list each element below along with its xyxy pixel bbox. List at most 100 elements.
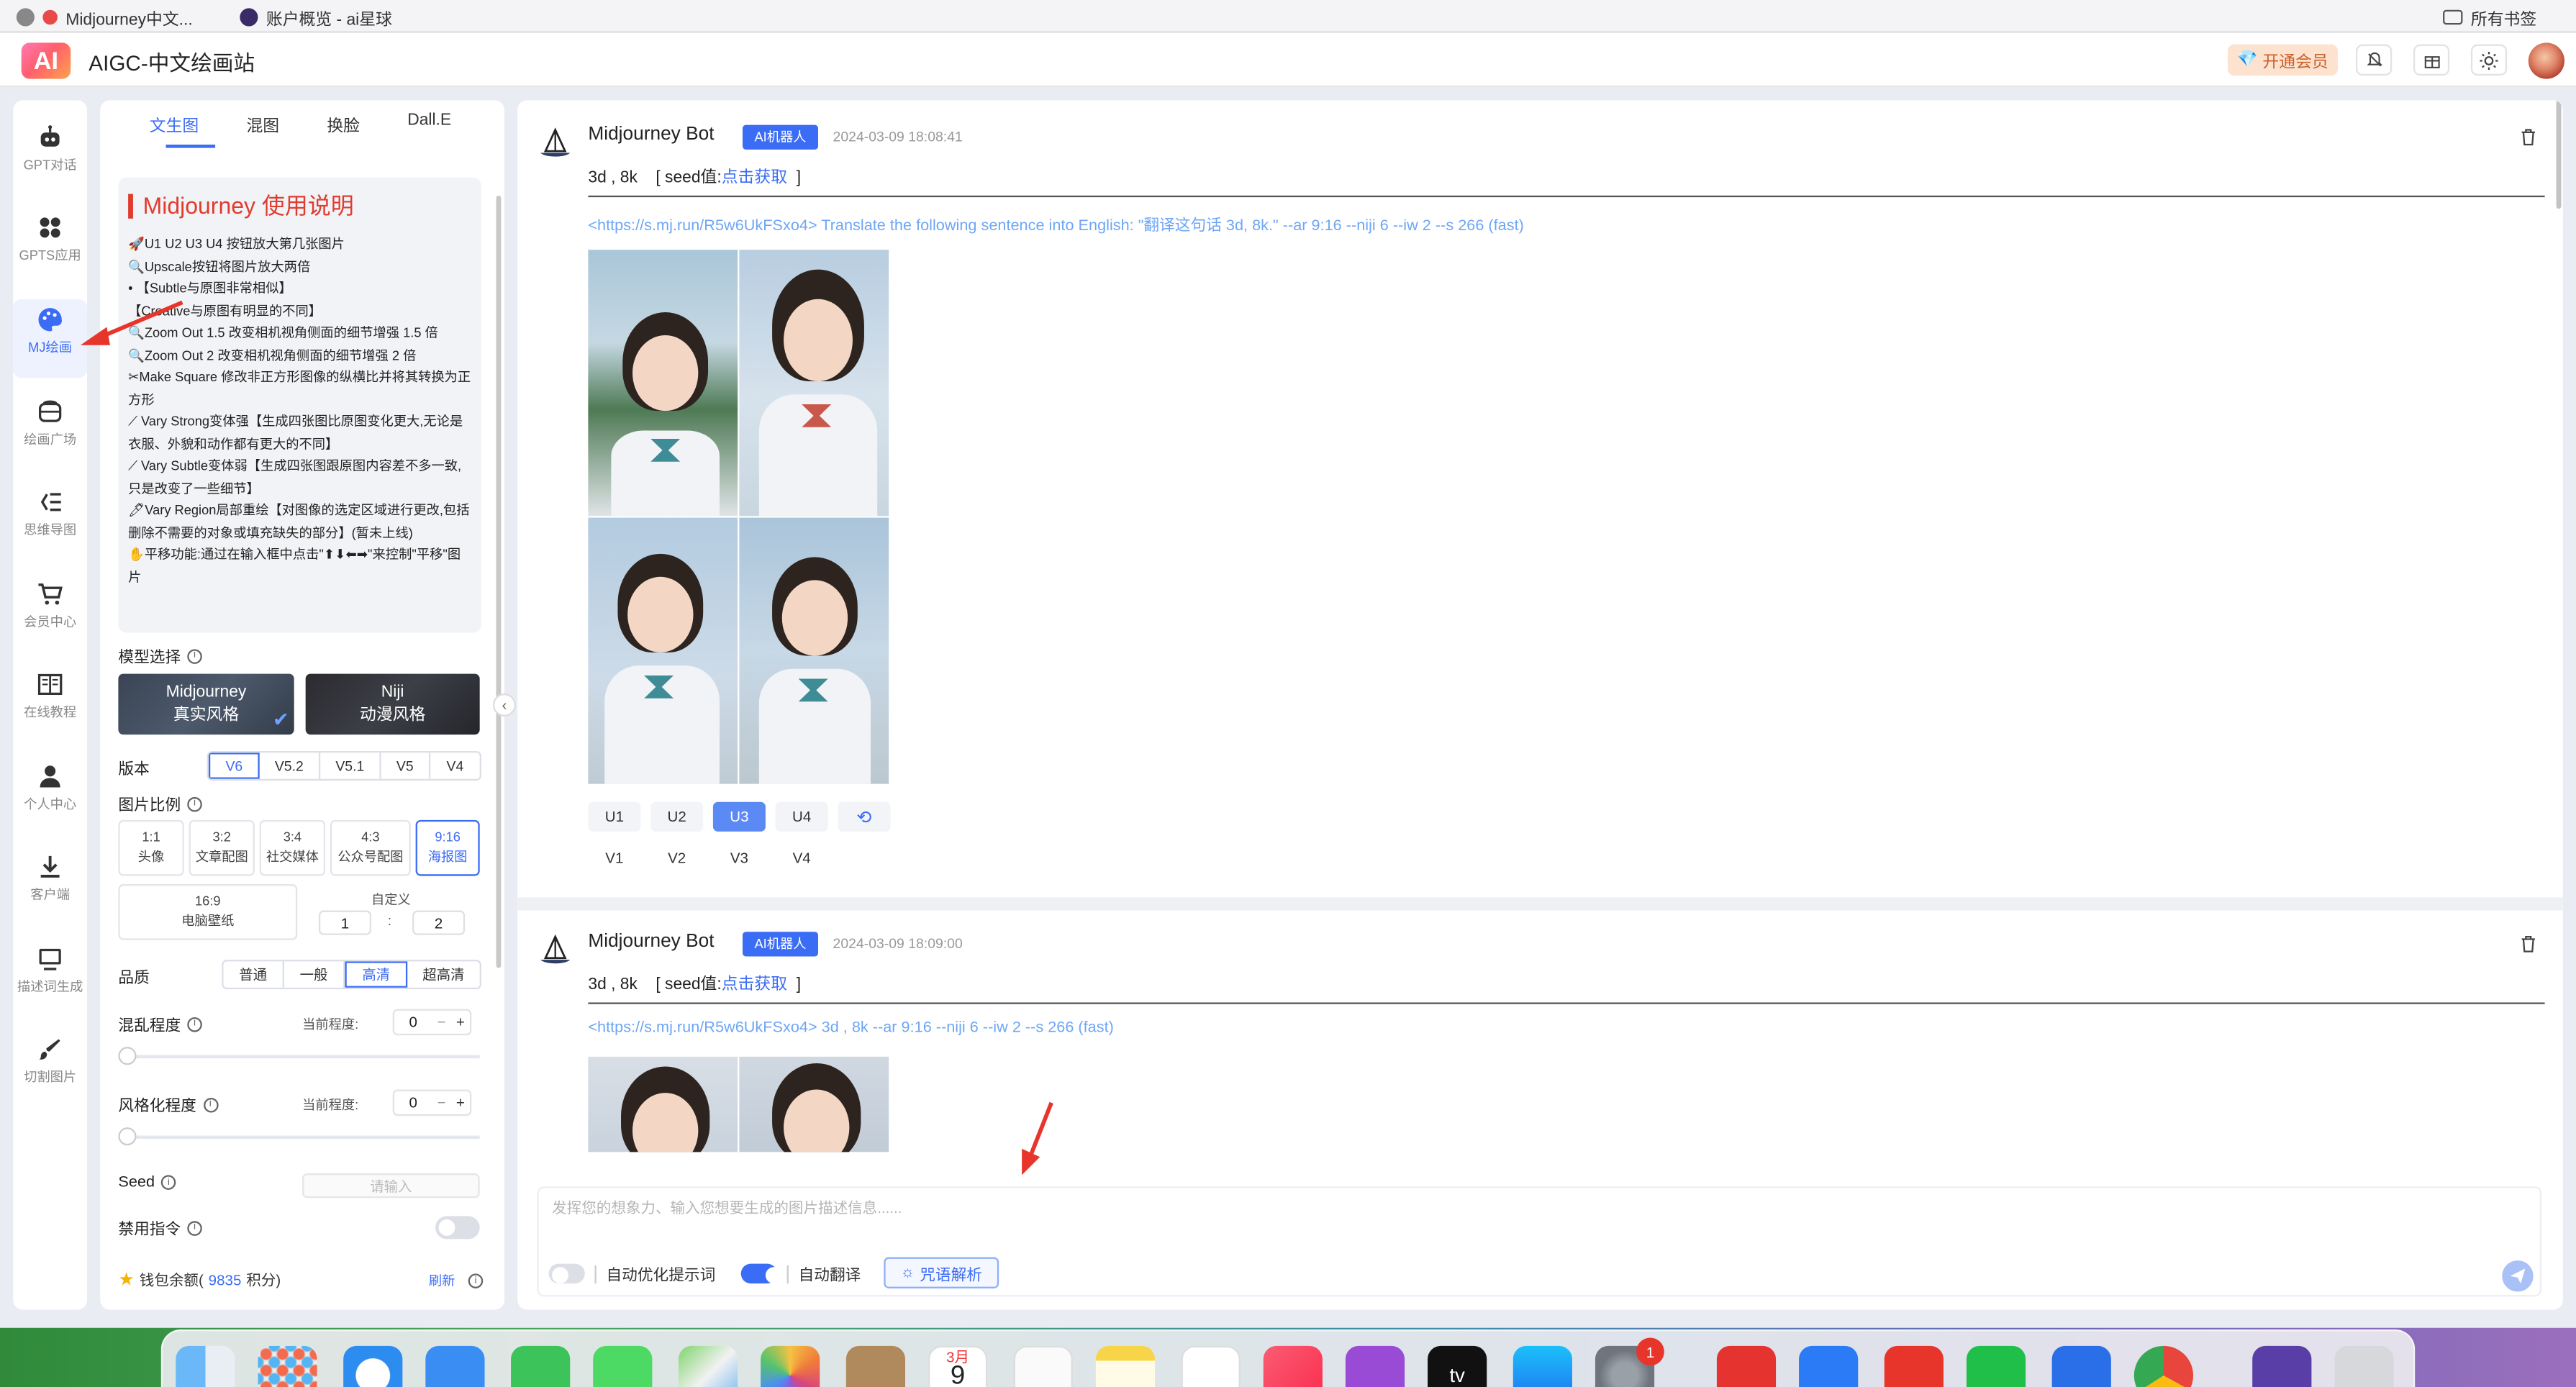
contacts-icon[interactable]	[845, 1345, 906, 1387]
appstore-icon[interactable]	[1513, 1345, 1572, 1387]
refresh-link[interactable]: 刷新	[429, 1272, 455, 1290]
generated-image[interactable]	[588, 517, 738, 784]
generated-image[interactable]	[739, 250, 889, 517]
u2-button[interactable]: U2	[650, 801, 704, 832]
chaos-stepper[interactable]: 0 − +	[392, 1009, 472, 1036]
app-window-icon[interactable]	[2252, 1345, 2312, 1387]
stylize-value[interactable]: 0	[394, 1094, 432, 1111]
generated-image[interactable]	[739, 517, 889, 784]
collapse-panel-button[interactable]: ‹	[492, 693, 516, 717]
wechat-icon[interactable]	[1966, 1345, 2026, 1387]
custom-height-input[interactable]: 2	[412, 910, 466, 935]
image-grid[interactable]	[588, 1056, 889, 1152]
stylize-slider-handle[interactable]	[118, 1127, 137, 1146]
notes-icon[interactable]	[1095, 1345, 1156, 1387]
version-option[interactable]: V5.1	[320, 752, 381, 779]
custom-width-input[interactable]: 1	[318, 910, 371, 935]
info-icon[interactable]: i	[187, 1016, 202, 1032]
seed-input[interactable]: 请输入	[302, 1173, 480, 1199]
chaos-slider[interactable]	[128, 1055, 480, 1059]
chaos-slider-handle[interactable]	[118, 1047, 137, 1065]
app-logo[interactable]: AI	[21, 42, 71, 79]
safari-icon[interactable]	[343, 1345, 403, 1387]
launchpad-icon[interactable]	[258, 1345, 317, 1387]
image-grid[interactable]	[588, 250, 889, 786]
notification-button[interactable]	[2356, 44, 2393, 76]
generated-image[interactable]	[588, 1056, 738, 1152]
generated-image[interactable]	[588, 250, 738, 517]
v1-button[interactable]: V1	[588, 842, 641, 873]
model-midjourney[interactable]: Midjourney 真实风格 ✔	[118, 673, 294, 735]
sidebar-item-cut-image[interactable]: 切割图片	[13, 1029, 87, 1108]
sidebar-item-gallery[interactable]: 绘画广场	[13, 391, 87, 470]
netease-music-icon[interactable]	[1716, 1345, 1777, 1387]
sidebar-item-client[interactable]: 客户端	[13, 846, 87, 925]
tab-faceswap[interactable]: 换脸	[327, 112, 360, 136]
version-option[interactable]: V4	[430, 752, 479, 779]
v3-button[interactable]: V3	[712, 842, 766, 873]
tab-dalle[interactable]: Dall.E	[407, 112, 451, 129]
job-link[interactable]: <https://s.mj.run/R5w6UkFSxo4> 3d , 8k -…	[588, 1019, 1114, 1037]
quality-option[interactable]: 一般	[284, 961, 345, 988]
podcasts-icon[interactable]	[1345, 1345, 1405, 1387]
ratio-option-wide[interactable]: 16:9 电脑壁纸	[118, 883, 298, 940]
plus-icon[interactable]: +	[451, 1014, 470, 1030]
quality-option[interactable]: 超高清	[407, 961, 479, 988]
sidebar-item-mindmap[interactable]: 思维导图	[13, 481, 87, 560]
u4-button[interactable]: U4	[775, 801, 828, 832]
sidebar-item-tutorial[interactable]: 在线教程	[13, 664, 87, 743]
theme-button[interactable]	[2470, 44, 2508, 76]
calendar-icon[interactable]: 3月 9	[928, 1345, 988, 1387]
vip-button[interactable]: 💎 开通会员	[2227, 44, 2338, 76]
photos-icon[interactable]	[761, 1345, 820, 1387]
auto-optimize-toggle[interactable]	[548, 1263, 585, 1284]
v2-button[interactable]: V2	[650, 842, 704, 873]
mail-icon[interactable]	[425, 1345, 485, 1387]
gift-button[interactable]	[2413, 44, 2450, 76]
trash-bin-icon[interactable]	[2334, 1345, 2394, 1387]
bookmarks-button[interactable]: 所有书签	[2443, 0, 2536, 33]
auto-translate-toggle[interactable]	[740, 1263, 782, 1284]
minus-icon[interactable]: −	[432, 1094, 450, 1111]
browser-tab[interactable]: Midjourney中文...	[16, 0, 193, 33]
version-option[interactable]: V5	[381, 752, 431, 779]
info-icon[interactable]: i	[203, 1096, 218, 1112]
reroll-button[interactable]: ⟲	[838, 801, 891, 832]
ratio-option[interactable]: 4:3 公众号配图	[330, 819, 411, 876]
sidebar-item-member[interactable]: 会员中心	[13, 573, 87, 652]
stylize-stepper[interactable]: 0 − +	[392, 1089, 472, 1117]
sidebar-item-prompt-gen[interactable]: 描述词生成	[13, 938, 87, 1017]
info-icon[interactable]: i	[187, 1220, 202, 1235]
noprompt-toggle[interactable]	[435, 1216, 480, 1240]
sidebar-item-gpts[interactable]: GPTS应用	[13, 207, 87, 286]
freeform-icon[interactable]	[1181, 1345, 1241, 1387]
user-avatar[interactable]	[2528, 42, 2565, 79]
v4-button[interactable]: V4	[775, 842, 828, 873]
spell-parse-button[interactable]: ☼ 咒语解析	[884, 1257, 999, 1288]
wps-icon[interactable]	[1884, 1345, 1944, 1387]
messages-icon[interactable]	[593, 1345, 653, 1387]
send-button[interactable]	[2502, 1260, 2534, 1292]
trash-icon[interactable]	[2520, 128, 2536, 146]
seed-link[interactable]: 点击获取	[722, 976, 787, 994]
seed-link[interactable]: 点击获取	[722, 169, 787, 187]
chaos-value[interactable]: 0	[394, 1014, 432, 1030]
job-link[interactable]: <https://s.mj.run/R5w6UkFSxo4> Translate…	[588, 212, 1523, 235]
browser-tab[interactable]: 账户概览 - ai星球	[240, 0, 392, 33]
plus-icon[interactable]: +	[451, 1094, 470, 1111]
ratio-option[interactable]: 3:2 文章配图	[189, 819, 255, 876]
panel-scrollbar[interactable]	[496, 195, 502, 968]
prompt-textarea[interactable]: 发挥您的想象力、输入您想要生成的图片描述信息......	[552, 1196, 902, 1218]
u1-button[interactable]: U1	[588, 801, 641, 832]
trash-icon[interactable]	[2520, 935, 2536, 953]
ratio-option[interactable]: 3:4 社交媒体	[259, 819, 326, 876]
version-option[interactable]: V5.2	[260, 752, 321, 779]
info-icon[interactable]: i	[161, 1175, 176, 1190]
app-icon[interactable]	[1799, 1345, 1859, 1387]
quality-option[interactable]: 普通	[224, 961, 284, 988]
maps-icon[interactable]	[678, 1345, 738, 1387]
sidebar-item-gpt[interactable]: GPT对话	[13, 117, 87, 196]
u3-button[interactable]: U3	[712, 801, 766, 832]
tv-icon[interactable]: tv	[1428, 1345, 1487, 1387]
generated-image[interactable]	[739, 1056, 889, 1152]
